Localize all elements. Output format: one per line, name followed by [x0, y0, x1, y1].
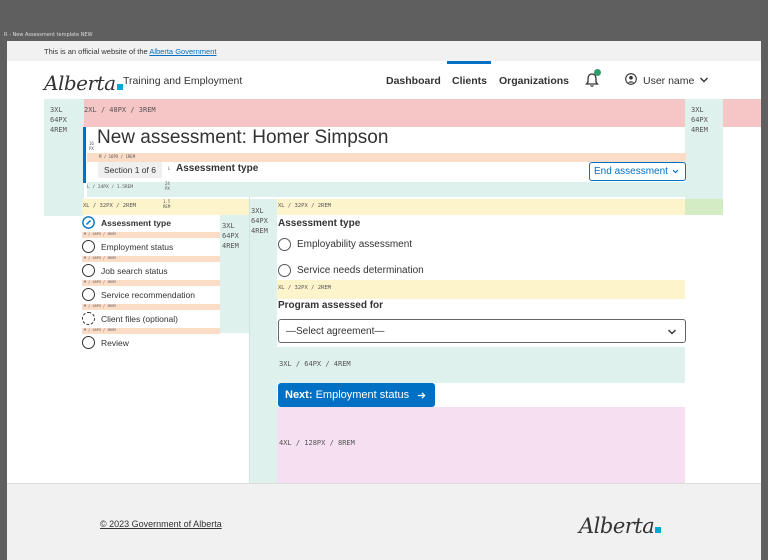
spacer-step-2: M / 16PX / 1REM: [82, 256, 220, 262]
end-assessment-button[interactable]: End assessment: [589, 162, 686, 181]
step-todo-icon: [82, 288, 95, 301]
page-footer: © 2023 Government of Alberta Alberta: [7, 483, 761, 560]
notification-badge: [594, 69, 601, 76]
next-prefix: Next:: [285, 389, 313, 401]
nav-active-indicator: [447, 61, 491, 64]
spacer-top-label: 2XL / 48PX / 3REM: [84, 106, 156, 114]
spacer-3xl-bottom: 3XL / 64PX / 4REM: [277, 347, 685, 383]
step-todo-icon: [82, 264, 95, 277]
radio-service-needs[interactable]: [278, 264, 291, 277]
footer-alberta-logo[interactable]: Alberta: [579, 514, 662, 538]
assessment-type-heading: Assessment type: [278, 218, 361, 229]
page: This is an official website of the Alber…: [7, 41, 761, 560]
spacer-xl32-program: XL / 32PX / 2REM: [277, 280, 685, 299]
step-label: Employment status: [101, 242, 174, 252]
copyright-link[interactable]: © 2023 Government of Alberta: [100, 519, 222, 529]
program-label: Program assessed for: [278, 300, 384, 311]
spacer-m16-title: M / 16PX / 1REM: [87, 153, 686, 162]
step-todo-icon: [82, 240, 95, 253]
step-label: Service recommendation: [101, 290, 196, 300]
step-label: Review: [101, 338, 129, 348]
official-banner-text: This is an official website of the: [44, 47, 148, 56]
step-label: Job search status: [101, 266, 168, 276]
spacer-xl32-content: XL / 32PX / 2REM: [277, 199, 685, 215]
radio-employability-label[interactable]: Employability assessment: [297, 239, 412, 250]
alberta-logo[interactable]: Alberta: [44, 71, 123, 95]
title-accent-bar: [83, 127, 86, 183]
logo-square-icon: [655, 527, 662, 533]
alberta-government-link[interactable]: Alberta Government: [149, 47, 216, 56]
spacer-mid-col: 3XL 64PX 4REM: [250, 199, 277, 483]
window-frame: [0, 0, 768, 41]
agreement-select-value: —Select agreement—: [286, 326, 385, 337]
next-label: Employment status: [315, 389, 410, 401]
spacer-step-4: M / 16PX / 1REM: [82, 304, 220, 310]
spacer-tiny-l: L: [168, 166, 171, 171]
next-button[interactable]: Next: Employment status: [278, 383, 435, 407]
nav-organizations[interactable]: Organizations: [499, 75, 569, 87]
radio-service-needs-label[interactable]: Service needs determination: [297, 265, 424, 276]
step-todo-icon: [82, 336, 95, 349]
service-name: Training and Employment: [123, 75, 243, 87]
user-name[interactable]: User name: [643, 75, 694, 87]
page-title: New assessment: Homer Simpson: [97, 127, 389, 148]
spacer-step-3: M / 16PX / 1REM: [82, 280, 220, 286]
step-current-icon: [82, 216, 95, 229]
step-label: Assessment type: [101, 218, 171, 228]
step-label: Client files (optional): [101, 314, 179, 324]
spacer-left-col: 3XL 64PX 4REM: [44, 99, 84, 216]
spacer-tiny-15rem: 1.5 REM: [163, 199, 171, 209]
spacer-4xl: 4XL / 128PX / 8REM: [277, 407, 685, 483]
official-banner: This is an official website of the Alber…: [7, 41, 761, 61]
logo-square-icon: [116, 84, 123, 90]
step-optional-icon: [82, 312, 95, 325]
chevron-down-icon: [672, 169, 679, 174]
spacer-tiny-16: 16 PX: [89, 141, 94, 151]
radio-employability[interactable]: [278, 238, 291, 251]
spacer-l24: L / 24PX / 1.5REM: [87, 182, 686, 197]
window-title: R - New Assessment template NEW: [4, 32, 93, 38]
section-title: Assessment type: [176, 163, 259, 174]
spacer-right-green: [685, 199, 723, 215]
column-divider: [249, 197, 250, 483]
user-account-icon[interactable]: [625, 73, 637, 85]
chevron-down-icon[interactable]: [699, 75, 709, 85]
spacer-tiny-24: 24 PX: [165, 181, 170, 191]
nav-dashboard[interactable]: Dashboard: [386, 75, 441, 87]
agreement-select[interactable]: —Select agreement—: [278, 319, 686, 343]
spacer-step-1: M / 16PX / 1REM: [82, 232, 220, 238]
chevron-down-icon: [668, 329, 676, 335]
app-header: Alberta Training and Employment Dashboar…: [7, 61, 761, 99]
spacer-step-5: M / 16PX / 1REM: [82, 328, 220, 334]
spacer-inner-col: 3XL 64PX 4REM: [220, 215, 250, 333]
spacer-right-col: 3XL 64PX 4REM: [685, 99, 723, 199]
arrow-right-icon: [417, 392, 426, 399]
section-badge: Section 1 of 6: [98, 162, 162, 178]
nav-clients[interactable]: Clients: [452, 75, 487, 87]
